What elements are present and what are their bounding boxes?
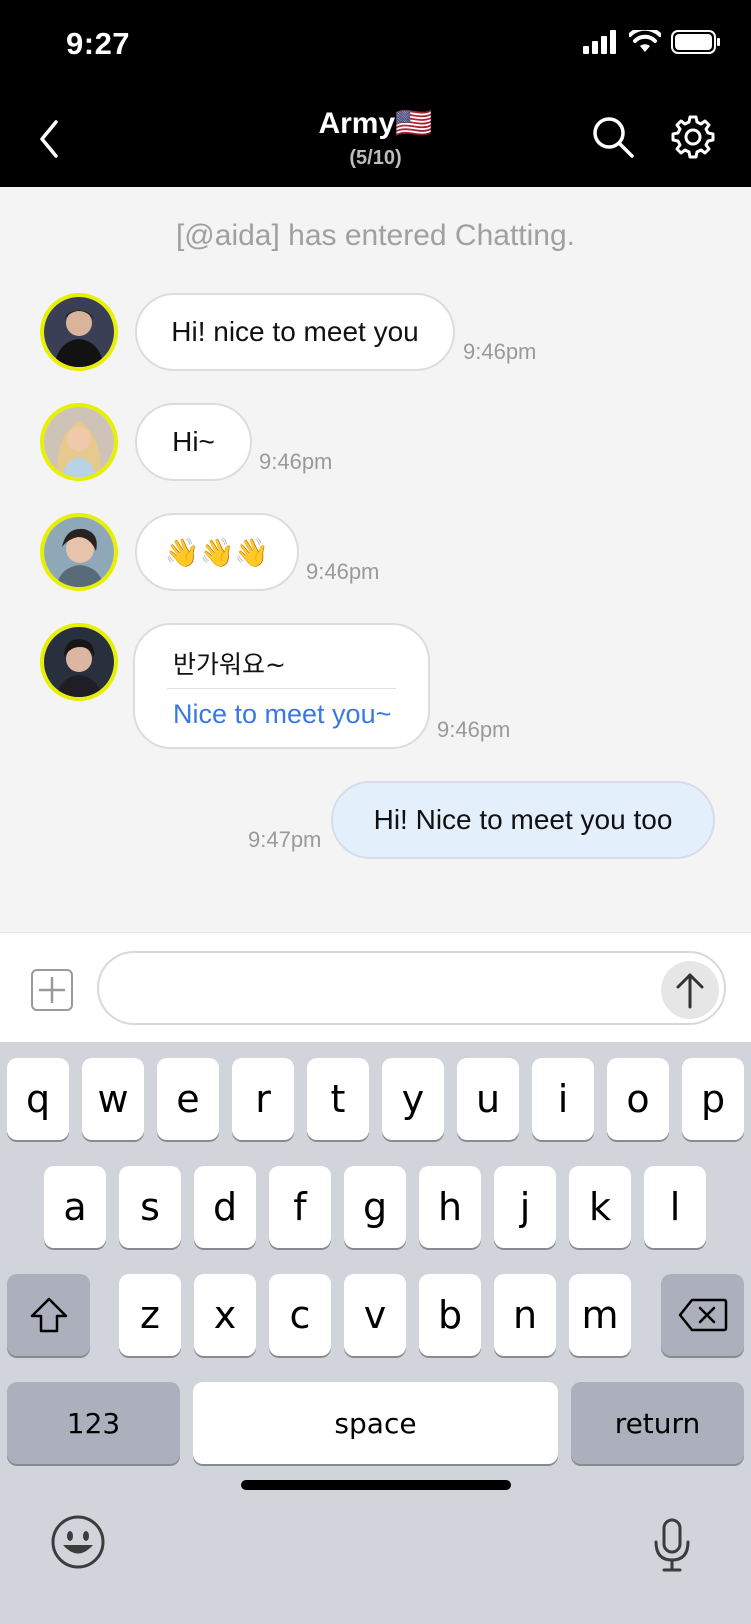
message-time: 9:46pm: [259, 449, 333, 474]
original-message-text: 반가워요~: [173, 650, 286, 679]
key-g[interactable]: g: [344, 1166, 406, 1248]
backspace-icon: [678, 1298, 727, 1332]
key-s[interactable]: s: [119, 1166, 181, 1248]
cellular-signal-icon: [583, 30, 616, 54]
avatar-photo: [44, 627, 114, 697]
dictation-button[interactable]: [652, 1518, 692, 1574]
key-l[interactable]: l: [644, 1166, 706, 1248]
key-f[interactable]: f: [269, 1166, 331, 1248]
status-time: 9:27: [66, 26, 131, 61]
chat-messages-area[interactable]: [@aida] has entered Chatting. Hi! nice t…: [0, 187, 751, 932]
onscreen-keyboard: q w e r t y u i o p a s d f g h j k l z …: [0, 1042, 751, 1624]
key-e[interactable]: e: [157, 1058, 219, 1140]
wifi-icon: [629, 30, 661, 52]
settings-button[interactable]: [670, 114, 716, 160]
key-v[interactable]: v: [344, 1274, 406, 1356]
message-text: 👋👋👋: [164, 535, 270, 569]
message-input[interactable]: [97, 951, 726, 1025]
key-u[interactable]: u: [457, 1058, 519, 1140]
message-time: 9:47pm: [248, 827, 322, 852]
attach-button[interactable]: [31, 969, 73, 1011]
key-o[interactable]: o: [607, 1058, 669, 1140]
message-input-bar: [0, 932, 751, 1042]
key-a[interactable]: a: [44, 1166, 106, 1248]
key-p[interactable]: p: [682, 1058, 744, 1140]
battery-icon: [671, 30, 720, 54]
shift-arrow-icon: [30, 1297, 67, 1333]
key-h[interactable]: h: [419, 1166, 481, 1248]
key-t[interactable]: t: [307, 1058, 369, 1140]
backspace-key[interactable]: [661, 1274, 744, 1356]
key-c[interactable]: c: [269, 1274, 331, 1356]
key-q[interactable]: q: [7, 1058, 69, 1140]
message-text: Hi! Nice to meet you too: [373, 804, 673, 835]
message-text: Hi! nice to meet you: [171, 316, 419, 347]
emoji-button[interactable]: [50, 1514, 106, 1570]
chat-header: 9:27 Army🇺🇸 (5/10): [0, 0, 751, 187]
key-r[interactable]: r: [232, 1058, 294, 1140]
key-n[interactable]: n: [494, 1274, 556, 1356]
key-j[interactable]: j: [494, 1166, 556, 1248]
emoji-icon: [51, 1515, 105, 1569]
home-indicator: [241, 1480, 511, 1490]
message-text: Hi~: [172, 426, 215, 457]
send-button[interactable]: [661, 961, 719, 1019]
microphone-icon: [654, 1518, 690, 1572]
search-icon: [593, 117, 634, 158]
key-b[interactable]: b: [419, 1274, 481, 1356]
avatar[interactable]: [40, 623, 118, 701]
key-z[interactable]: z: [119, 1274, 181, 1356]
key-d[interactable]: d: [194, 1166, 256, 1248]
search-button[interactable]: [590, 114, 636, 160]
translated-message-bubble[interactable]: 반가워요~ Nice to meet you~: [133, 623, 430, 749]
message-bubble[interactable]: Hi! nice to meet you: [135, 293, 455, 371]
translation-divider: [167, 688, 396, 689]
key-x[interactable]: x: [194, 1274, 256, 1356]
avatar-photo: [44, 297, 114, 367]
plus-icon: [39, 977, 65, 1003]
message-time: 9:46pm: [306, 559, 380, 584]
key-m[interactable]: m: [569, 1274, 631, 1356]
return-key[interactable]: return: [571, 1382, 744, 1464]
chat-title-block: Army🇺🇸 (5/10): [0, 106, 751, 170]
avatar[interactable]: [40, 293, 118, 371]
key-y[interactable]: y: [382, 1058, 444, 1140]
space-key[interactable]: space: [193, 1382, 558, 1464]
message-bubble[interactable]: 👋👋👋: [135, 513, 299, 591]
message-bubble[interactable]: Hi~: [135, 403, 252, 481]
key-k[interactable]: k: [569, 1166, 631, 1248]
avatar-photo: [44, 407, 114, 477]
numbers-key[interactable]: 123: [7, 1382, 180, 1464]
avatar-photo: [44, 517, 114, 587]
message-time: 9:46pm: [437, 717, 511, 742]
system-message: [@aida] has entered Chatting.: [175, 219, 576, 252]
key-w[interactable]: w: [82, 1058, 144, 1140]
status-icons: [583, 30, 721, 54]
member-count: (5/10): [349, 147, 402, 169]
arrow-up-icon: [676, 973, 704, 1009]
shift-key[interactable]: [7, 1274, 90, 1356]
key-i[interactable]: i: [532, 1058, 594, 1140]
avatar[interactable]: [40, 403, 118, 481]
chat-title: Army🇺🇸: [318, 107, 433, 140]
avatar[interactable]: [40, 513, 118, 591]
translated-message-text: Nice to meet you~: [173, 699, 392, 729]
gear-icon: [671, 115, 715, 159]
message-time: 9:46pm: [463, 339, 537, 364]
my-message-bubble[interactable]: Hi! Nice to meet you too: [331, 781, 715, 859]
